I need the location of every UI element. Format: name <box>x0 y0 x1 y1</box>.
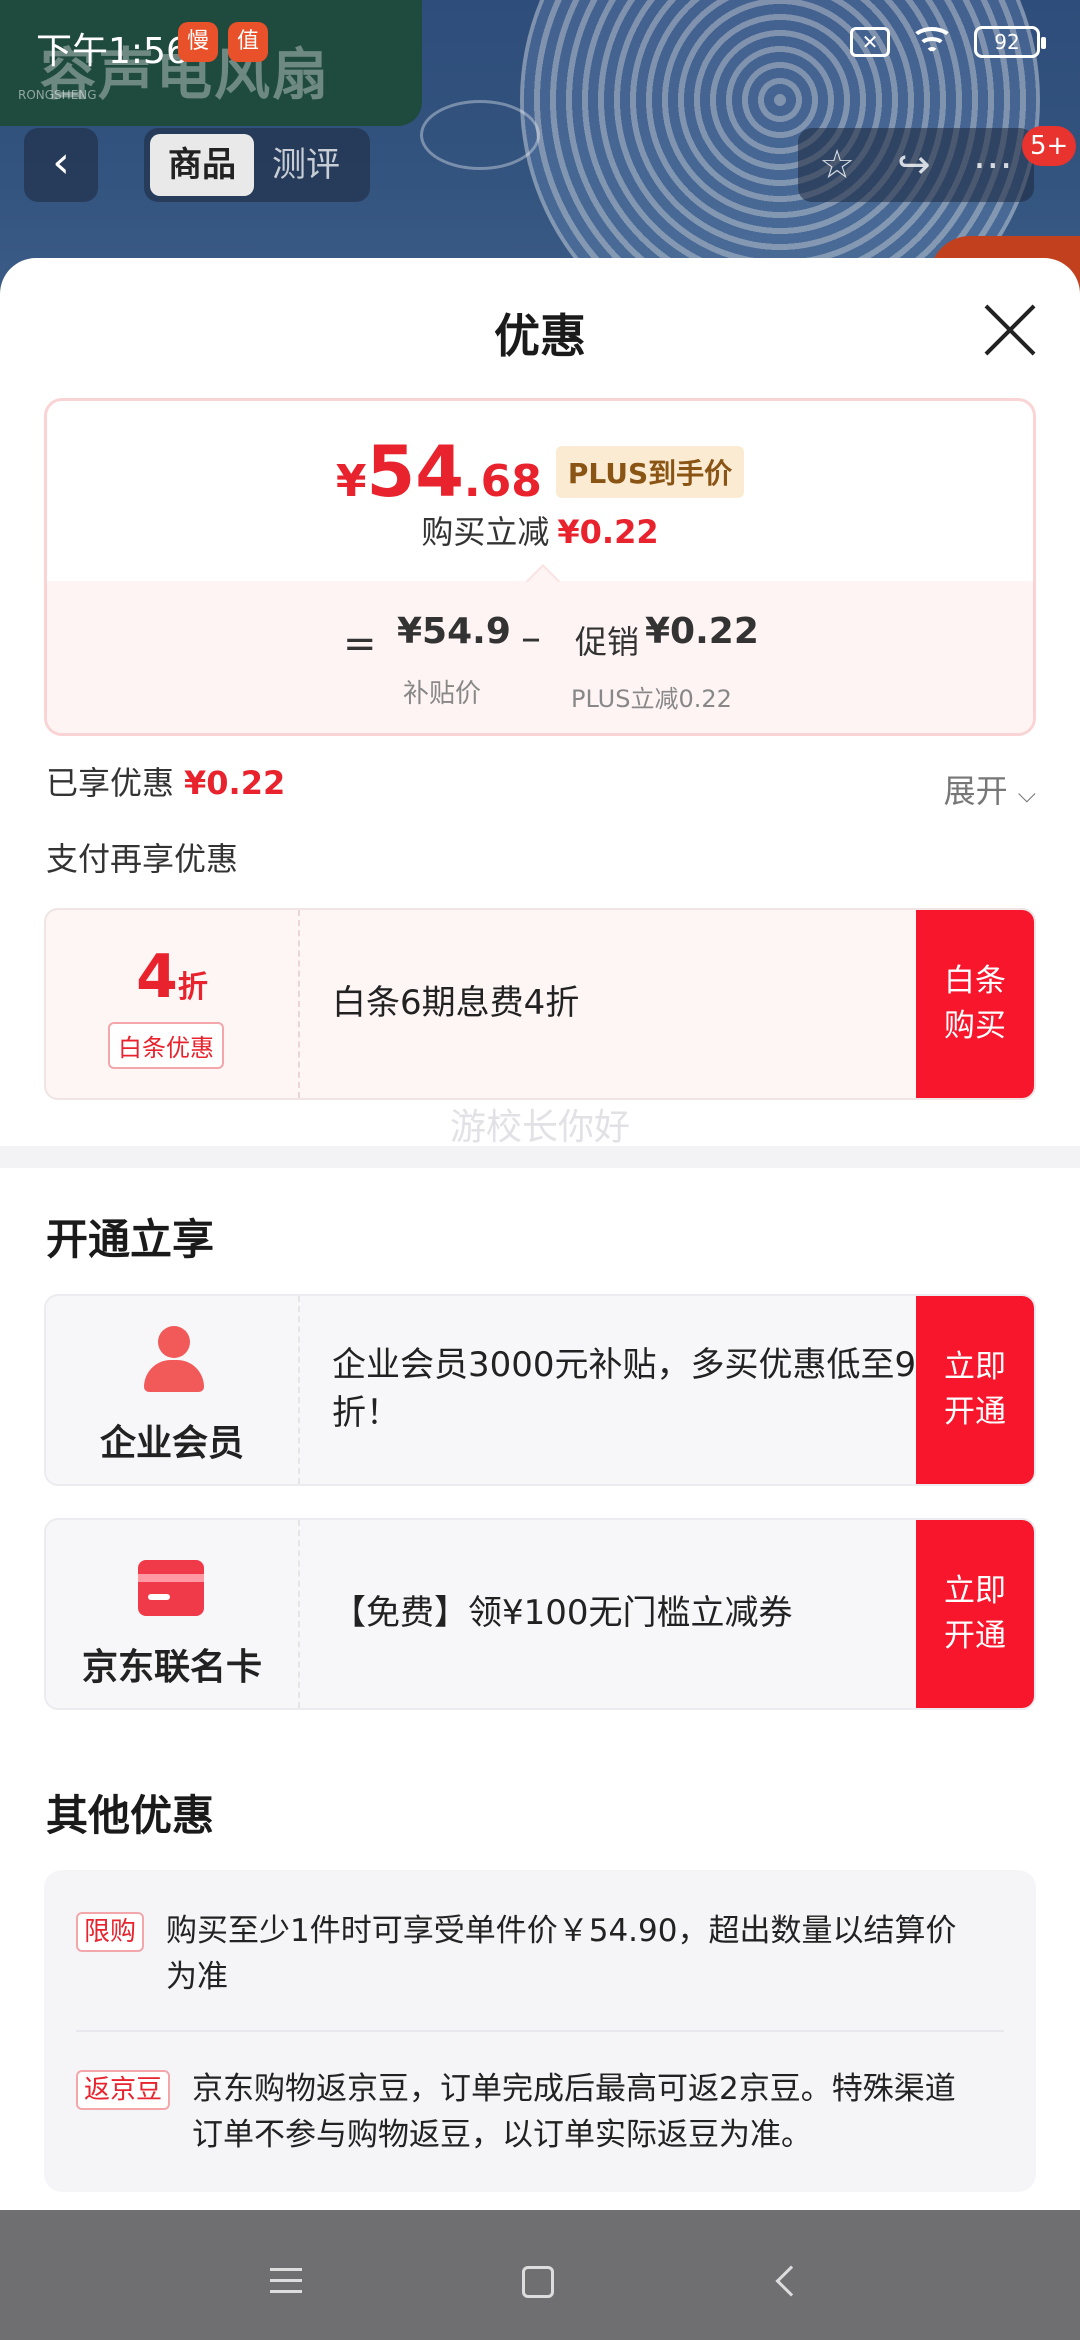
baitiao-buy-button[interactable]: 白条 购买 <box>916 910 1034 1098</box>
close-icon[interactable] <box>980 300 1042 362</box>
jd-card-open-button[interactable]: 立即 开通 <box>916 1520 1034 1708</box>
enterprise-member-text: 企业会员3000元补贴，多买优惠低至9折！ <box>332 1345 917 1433</box>
enjoyed-discount: 已享优惠 ¥0.22 <box>46 758 285 804</box>
app-notification-icon: 值 <box>228 22 268 62</box>
other-section-title: 其他优惠 <box>46 1791 215 1840</box>
enterprise-member-left: 企业会员 <box>46 1296 300 1484</box>
app-notification-icon: 慢 <box>178 22 218 62</box>
purchase-reduction: 购买立减 ¥0.22 <box>47 507 1033 553</box>
purchase-reduction-value: ¥0.22 <box>557 513 659 551</box>
final-price: ¥ 54 .68 PLUS到手价 <box>47 437 1033 507</box>
plus-price-tag: PLUS到手价 <box>555 446 745 498</box>
price-symbol: ¥ <box>335 456 367 507</box>
baitiao-offer: 4折 白条优惠 白条6期息费4折 白条 购买 <box>44 908 1036 1100</box>
price-decimal: .68 <box>463 456 542 507</box>
enterprise-member-label: 企业会员 <box>99 1423 244 1464</box>
card-icon <box>138 1560 204 1616</box>
price-integer: 54 <box>366 431 464 513</box>
open-section-title: 开通立享 <box>46 1215 215 1264</box>
back-icon[interactable] <box>775 2265 807 2297</box>
product-tabs: 商品 测评 <box>144 128 370 202</box>
subsidy-price-label: 补贴价 <box>403 679 482 709</box>
price-calculation: = ¥54.9 补贴价 – 促销 ¥0.22 PLUS立减0.22 <box>47 581 1033 733</box>
baitiao-text: 白条6期息费4折 <box>332 983 580 1024</box>
discount-unit: 折 <box>177 970 208 1005</box>
purchase-reduction-label: 购买立减 <box>421 513 550 551</box>
jd-bean-text: 京东购物返京豆，订单完成后最高可返2京豆。特殊渠道订单不参与购物返豆，以订单实际… <box>192 2071 956 2153</box>
baitiao-discount: 4折 白条优惠 <box>46 910 300 1098</box>
nav-actions: ☆ ↪ ⋯ <box>798 128 1034 202</box>
tab-review[interactable]: 测评 <box>254 134 358 196</box>
purchase-limit-tag: 限购 <box>76 1912 145 1952</box>
jd-card-text: 【免费】领¥100无门槛立减券 <box>332 1593 793 1634</box>
brand-sub: RONGSHENG <box>18 88 97 102</box>
tab-product[interactable]: 商品 <box>150 134 254 196</box>
price-card: ¥ 54 .68 PLUS到手价 购买立减 ¥0.22 = ¥54.9 补贴价 –… <box>44 398 1036 736</box>
minus-sign: – <box>521 615 541 661</box>
jd-card-left: 京东联名卡 <box>46 1520 300 1708</box>
subsidy-price-value: ¥54.9 <box>397 611 511 652</box>
discount-number: 4 <box>136 942 178 1012</box>
back-button[interactable]: ‹ <box>24 128 98 202</box>
wifi-icon <box>910 27 954 57</box>
enjoyed-value: ¥0.22 <box>184 764 286 802</box>
enterprise-member-offer: 企业会员 企业会员3000元补贴，多买优惠低至9折！ 立即 开通 <box>44 1294 1036 1486</box>
discount-sheet: 优惠 ¥ 54 .68 PLUS到手价 购买立减 ¥0.22 = ¥54.9 补贴… <box>0 258 1080 2210</box>
status-icons: ✕ 92 <box>850 26 1046 58</box>
fan-detail <box>420 100 540 170</box>
baitiao-tag: 白条优惠 <box>108 1022 224 1069</box>
promo-label: 促销 <box>575 623 640 661</box>
divider <box>76 2030 1004 2032</box>
discount-value: 4折 <box>46 942 298 1012</box>
no-sim-icon: ✕ <box>850 27 890 57</box>
menu-icon[interactable] <box>270 2268 302 2294</box>
section-divider <box>0 1146 1080 1168</box>
jd-card-label: 京东联名卡 <box>81 1647 262 1688</box>
message-badge: 5+ <box>1022 126 1077 166</box>
expand-button[interactable]: 展开 ⌵ <box>944 766 1036 812</box>
enterprise-open-button[interactable]: 立即 开通 <box>916 1296 1034 1484</box>
more-icon[interactable]: ⋯ <box>973 142 1013 188</box>
battery-icon: 92 <box>974 26 1046 58</box>
jd-card-offer: 京东联名卡 【免费】领¥100无门槛立减券 立即 开通 <box>44 1518 1036 1710</box>
expand-label: 展开 <box>943 772 1008 810</box>
pay-more-title: 支付再享优惠 <box>46 840 239 878</box>
share-icon[interactable]: ↪ <box>897 142 931 188</box>
purchase-limit-text: 购买至少1件时可享受单件价￥54.90，超出数量以结算价为准 <box>166 1913 957 1995</box>
plus-reduction-label: PLUS立减0.22 <box>571 685 732 713</box>
promo-value: ¥0.22 <box>645 611 759 652</box>
jd-bean-tag: 返京豆 <box>76 2070 171 2110</box>
enjoyed-label: 已享优惠 <box>46 764 175 802</box>
person-icon <box>138 1326 208 1396</box>
system-nav-bar <box>0 2210 1080 2340</box>
home-icon[interactable] <box>522 2266 554 2298</box>
watermark: 游校长你好 <box>449 1107 630 1148</box>
equals-sign: = <box>343 621 377 667</box>
favorite-star-icon[interactable]: ☆ <box>819 142 855 188</box>
sheet-title: 优惠 <box>494 309 586 363</box>
status-time: 下午1:56 <box>36 31 189 72</box>
other-offers-box: 限购 购买至少1件时可享受单件价￥54.90，超出数量以结算价为准 返京豆 京东… <box>44 1870 1036 2192</box>
chevron-down-icon: ⌵ <box>1017 780 1036 808</box>
